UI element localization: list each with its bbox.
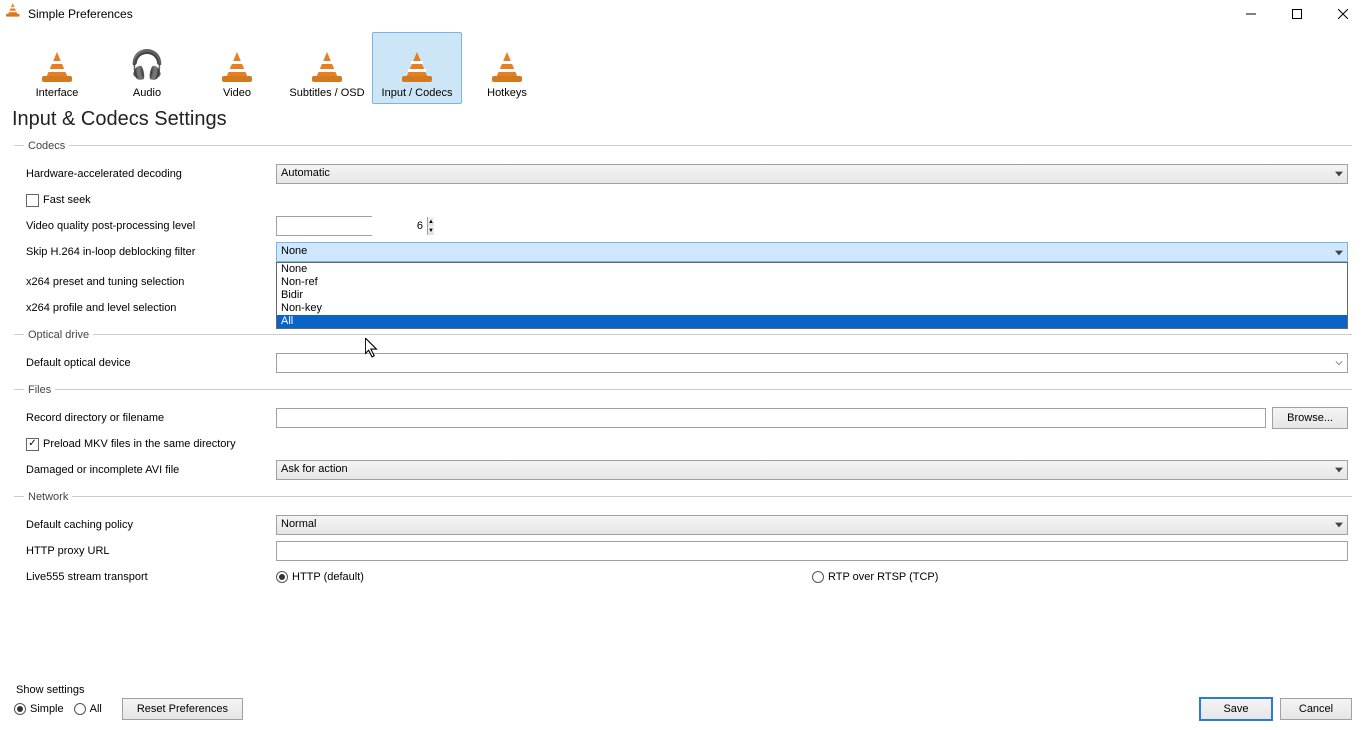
app-icon — [6, 5, 22, 24]
label-avi: Damaged or incomplete AVI file — [18, 464, 276, 476]
legend-codecs: Codecs — [24, 140, 69, 152]
spinner-input[interactable] — [277, 217, 427, 235]
radio-label: HTTP (default) — [292, 571, 364, 583]
close-button[interactable] — [1320, 0, 1366, 28]
label-vq: Video quality post-processing level — [18, 220, 276, 232]
dropdown-option[interactable]: All — [277, 315, 1347, 328]
label-live555: Live555 stream transport — [18, 571, 276, 583]
radio-label: RTP over RTSP (TCP) — [828, 571, 938, 583]
tab-audio[interactable]: 🎧 Audio — [102, 32, 192, 104]
tab-interface[interactable]: Interface — [12, 32, 102, 104]
gear-icon — [398, 43, 436, 85]
input-record-dir[interactable] — [276, 408, 1266, 428]
reset-button[interactable]: Reset Preferences — [122, 698, 243, 720]
titlebar: Simple Preferences — [0, 0, 1366, 28]
combo-caching[interactable]: Normal — [276, 515, 1348, 535]
checkbox-label: Preload MKV files in the same directory — [43, 438, 236, 450]
legend-files: Files — [24, 384, 55, 396]
radio-label: Simple — [30, 703, 64, 715]
film-icon — [218, 43, 256, 85]
spinner-up-icon[interactable]: ▲ — [428, 217, 434, 226]
combo-optical-device[interactable] — [276, 353, 1348, 373]
checkbox-preload-mkv[interactable]: Preload MKV files in the same directory — [18, 438, 236, 451]
chevron-down-icon — [1335, 248, 1343, 260]
tab-hotkeys[interactable]: Hotkeys — [462, 32, 552, 104]
save-button[interactable]: Save — [1200, 698, 1272, 720]
dropdown-option[interactable]: Non-key — [277, 302, 1347, 315]
chevron-down-icon — [1335, 358, 1343, 370]
minimize-button[interactable] — [1228, 0, 1274, 28]
headphones-icon: 🎧 — [128, 43, 166, 85]
tab-video[interactable]: Video — [192, 32, 282, 104]
cancel-button[interactable]: Cancel — [1280, 698, 1352, 720]
category-bar: Interface 🎧 Audio Video Subtitles / OSD … — [0, 28, 1366, 104]
chevron-down-icon — [1335, 169, 1343, 181]
radio-circle-icon — [74, 703, 86, 715]
checkbox-box — [26, 194, 39, 207]
fieldset-codecs: Codecs Hardware-accelerated decoding Aut… — [14, 145, 1352, 320]
bottom-bar: Show settings Simple All Reset Preferenc… — [0, 684, 1366, 730]
label-record-dir: Record directory or filename — [18, 412, 276, 424]
dropdown-option[interactable]: Bidir — [277, 289, 1347, 302]
combo-avi[interactable]: Ask for action — [276, 460, 1348, 480]
cone-icon — [38, 43, 76, 85]
label-x264-preset: x264 preset and tuning selection — [18, 276, 276, 288]
fieldset-optical: Optical drive Default optical device — [14, 334, 1352, 375]
radio-label: All — [90, 703, 102, 715]
label-x264-profile: x264 profile and level selection — [18, 302, 276, 314]
tab-input-codecs[interactable]: Input / Codecs — [372, 32, 462, 104]
radio-rtp-rtsp[interactable]: RTP over RTSP (TCP) — [812, 571, 1348, 583]
chevron-down-icon — [1335, 520, 1343, 532]
browse-button[interactable]: Browse... — [1272, 407, 1348, 429]
checkbox-box — [26, 438, 39, 451]
radio-simple[interactable]: Simple — [14, 703, 64, 715]
chevron-down-icon — [1335, 465, 1343, 477]
spinner-vq[interactable]: ▲ ▼ — [276, 216, 372, 236]
label-hw-decoding: Hardware-accelerated decoding — [18, 168, 276, 180]
checkbox-fast-seek[interactable]: Fast seek — [18, 194, 91, 207]
combo-hw-decoding[interactable]: Automatic — [276, 164, 1348, 184]
checkbox-label: Fast seek — [43, 194, 91, 206]
dropdown-option[interactable]: Non-ref — [277, 276, 1347, 289]
fieldset-network: Network Default caching policy Normal HT… — [14, 496, 1352, 589]
cone-icon — [488, 43, 526, 85]
radio-http-default[interactable]: HTTP (default) — [276, 571, 812, 583]
label-proxy: HTTP proxy URL — [18, 545, 276, 557]
radio-circle-icon — [276, 571, 288, 583]
fieldset-files: Files Record directory or filename Brows… — [14, 389, 1352, 482]
maximize-button[interactable] — [1274, 0, 1320, 28]
label-skip-h264: Skip H.264 in-loop deblocking filter — [18, 246, 276, 258]
radio-all[interactable]: All — [74, 703, 102, 715]
tab-subtitles[interactable]: Subtitles / OSD — [282, 32, 372, 104]
radio-circle-icon — [812, 571, 824, 583]
page-title: Input & Codecs Settings — [0, 104, 1366, 139]
legend-network: Network — [24, 491, 72, 503]
label-caching: Default caching policy — [18, 519, 276, 531]
legend-optical: Optical drive — [24, 329, 93, 341]
combo-skip-h264[interactable]: None None Non-ref Bidir Non-key All — [276, 242, 1348, 262]
label-show-settings: Show settings — [14, 684, 243, 696]
radio-circle-icon — [14, 703, 26, 715]
window-title: Simple Preferences — [28, 7, 133, 21]
dropdown-option[interactable]: None — [277, 263, 1347, 276]
spinner-down-icon[interactable]: ▼ — [428, 226, 434, 235]
label-optical-device: Default optical device — [18, 357, 276, 369]
input-proxy[interactable] — [276, 541, 1348, 561]
dropdown-skip-h264: None Non-ref Bidir Non-key All — [276, 262, 1348, 329]
clapboard-icon — [308, 43, 346, 85]
